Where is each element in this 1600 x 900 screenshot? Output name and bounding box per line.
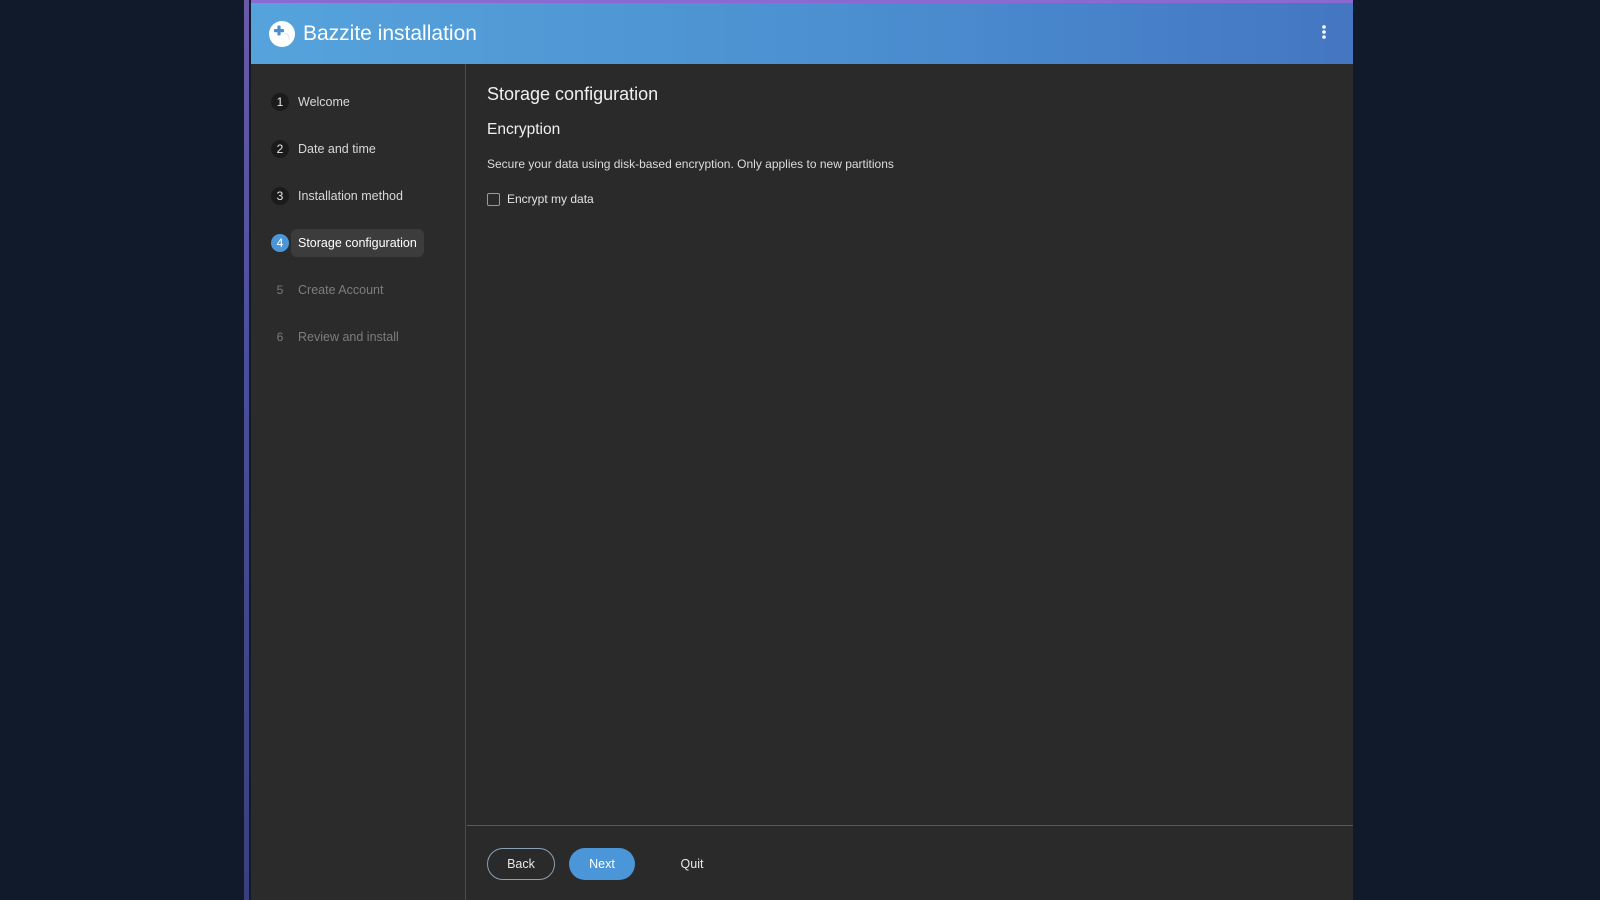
wizard-steps-sidebar: 1 Welcome 2 Date and time 3 Installation… xyxy=(251,64,466,900)
sidebar-item-label: Installation method xyxy=(298,189,403,203)
next-button[interactable]: Next xyxy=(569,848,635,880)
quit-button[interactable]: Quit xyxy=(667,848,717,880)
sidebar-item-label: Storage configuration xyxy=(291,229,424,257)
encrypt-data-checkbox[interactable] xyxy=(487,192,500,206)
sidebar-item-create-account: 5 Create Account xyxy=(271,274,451,306)
step-number: 3 xyxy=(271,187,289,205)
header-bar: Bazzite installation xyxy=(251,0,1353,64)
sidebar-item-date-and-time[interactable]: 2 Date and time xyxy=(271,133,451,165)
encrypt-data-option[interactable]: Encrypt my data xyxy=(487,192,594,206)
sidebar-item-review-and-install: 6 Review and install xyxy=(271,321,451,353)
sidebar-item-welcome[interactable]: 1 Welcome xyxy=(271,86,451,118)
action-footer: Back Next Quit xyxy=(467,825,1353,900)
kebab-menu-icon xyxy=(1321,24,1327,45)
desktop-edge xyxy=(244,0,249,900)
sidebar-item-installation-method[interactable]: 3 Installation method xyxy=(271,180,451,212)
step-number: 2 xyxy=(271,140,289,158)
step-number: 1 xyxy=(271,93,289,111)
app-title: Bazzite installation xyxy=(303,22,477,45)
sidebar-item-label: Create Account xyxy=(298,283,384,297)
installer-window: Bazzite installation 1 Welcome 2 Date an… xyxy=(251,0,1353,900)
sidebar-item-storage-configuration[interactable]: 4 Storage configuration xyxy=(271,227,451,259)
main-content: Storage configuration Encryption Secure … xyxy=(467,64,1353,826)
encryption-description: Secure your data using disk-based encryp… xyxy=(487,157,894,171)
step-number: 6 xyxy=(276,330,284,344)
sidebar-item-label: Date and time xyxy=(298,142,376,156)
section-title-encryption: Encryption xyxy=(487,121,561,138)
sidebar-item-label: Review and install xyxy=(298,330,399,344)
step-number: 4 xyxy=(271,234,289,252)
main-menu-button[interactable] xyxy=(1309,19,1339,49)
step-number: 5 xyxy=(276,283,284,297)
encrypt-data-label: Encrypt my data xyxy=(507,192,594,206)
sidebar-item-label: Welcome xyxy=(298,95,350,109)
page-title: Storage configuration xyxy=(487,84,659,104)
back-button[interactable]: Back xyxy=(487,848,555,880)
bazzite-logo-icon xyxy=(268,20,296,48)
